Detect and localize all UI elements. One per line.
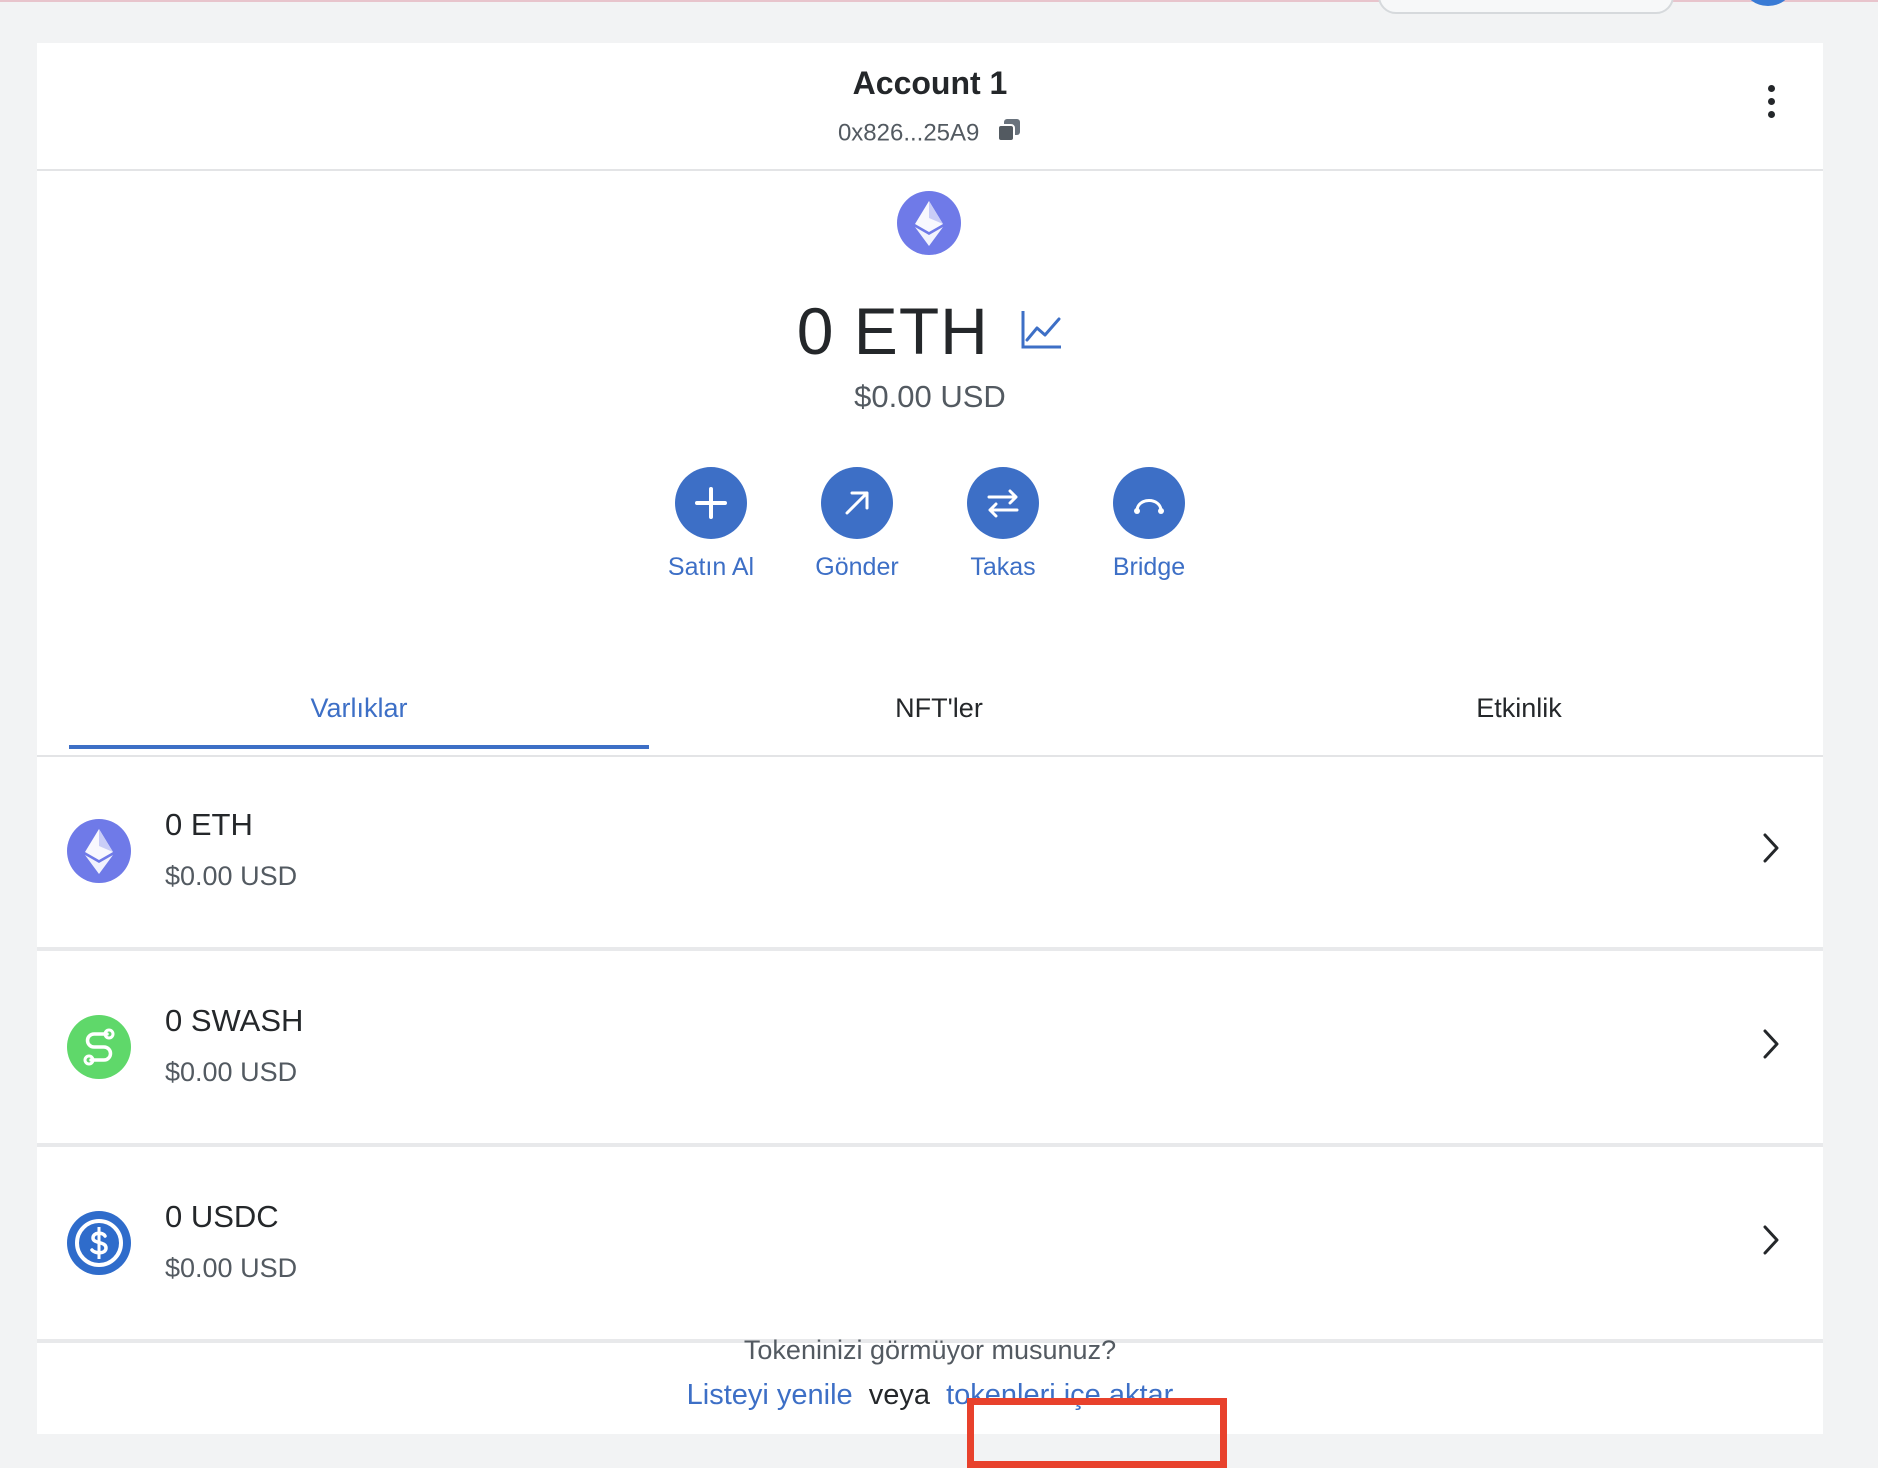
swap-label: Takas (970, 553, 1036, 581)
copy-icon[interactable] (996, 117, 1022, 150)
asset-fiat: $0.00 USD (165, 861, 298, 891)
asset-fiat: $0.00 USD (165, 1253, 298, 1283)
buy-label: Satın Al (667, 553, 755, 581)
asset-amount: 0 ETH (165, 807, 253, 842)
account-header: Account 1 0x826...25A9 (37, 43, 1823, 171)
asset-row-swash[interactable]: 0 SWASH $0.00 USD (37, 953, 1823, 1147)
chevron-right-icon[interactable] (1759, 831, 1783, 870)
bridge-label: Bridge (1112, 553, 1186, 581)
chevron-right-icon[interactable] (1759, 1223, 1783, 1262)
balance-fiat: $0.00 USD (854, 379, 1006, 414)
network-selector[interactable] (1378, 0, 1674, 14)
tab-bar: Varlıklar NFT'ler Etkinlik (37, 673, 1823, 757)
asset-amount: 0 SWASH (165, 1003, 304, 1038)
account-options-icon[interactable] (1759, 85, 1783, 133)
bridge-button[interactable]: Bridge (1074, 467, 1224, 582)
missing-token-question: Tokeninizi görmüyor musunuz? (743, 1335, 1117, 1365)
account-address-row[interactable]: 0x826...25A9 (37, 117, 1823, 150)
buy-button[interactable]: Satın Al (636, 467, 786, 582)
token-actions-row: Listeyi yenile veya tokenleri içe aktar (37, 1379, 1823, 1412)
chevron-right-icon[interactable] (1759, 1027, 1783, 1066)
send-label: Gönder (815, 553, 899, 581)
ethereum-icon (67, 819, 131, 883)
tab-activity[interactable]: Etkinlik (1229, 693, 1809, 724)
arrow-up-right-icon (821, 467, 893, 539)
tab-nfts[interactable]: NFT'ler (649, 693, 1229, 724)
asset-row-eth[interactable]: 0 ETH $0.00 USD (37, 757, 1823, 951)
swap-arrows-icon (967, 467, 1039, 539)
account-name[interactable]: Account 1 (37, 65, 1823, 102)
swash-icon (67, 1015, 131, 1079)
plus-icon (675, 467, 747, 539)
asset-row-usdc[interactable]: 0 USDC $0.00 USD (37, 1149, 1823, 1343)
account-address[interactable]: 0x826...25A9 (838, 120, 979, 147)
asset-fiat: $0.00 USD (165, 1057, 298, 1087)
send-button[interactable]: Gönder (782, 467, 932, 582)
or-separator: veya (868, 1379, 930, 1411)
bridge-icon (1113, 467, 1185, 539)
import-tokens-link[interactable]: tokenleri içe aktar (946, 1379, 1173, 1411)
swap-button[interactable]: Takas (928, 467, 1078, 582)
balance-amount: 0 ETH (796, 294, 989, 368)
ethereum-network-icon (897, 191, 961, 255)
refresh-list-link[interactable]: Listeyi yenile (687, 1379, 853, 1411)
usdc-icon (67, 1211, 131, 1275)
price-chart-icon[interactable] (1019, 307, 1063, 356)
active-tab-indicator (69, 745, 649, 749)
balance-row: 0 ETH (37, 293, 1823, 369)
wallet-card: Account 1 0x826...25A9 0 ETH $0.00 USD S… (37, 43, 1823, 1468)
asset-amount: 0 USDC (165, 1199, 279, 1234)
tab-assets[interactable]: Varlıklar (69, 693, 649, 724)
